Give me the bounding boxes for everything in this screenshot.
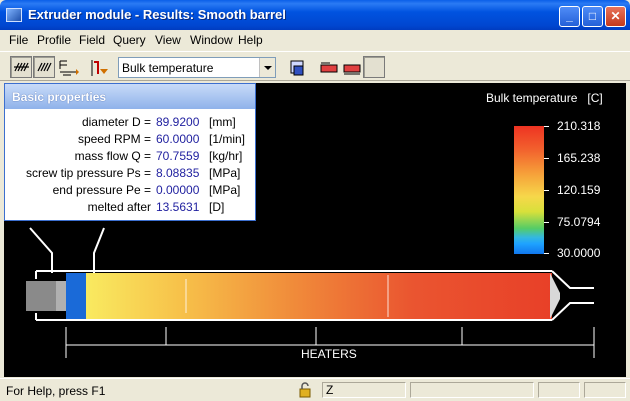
legend-label: 120.159 [557, 183, 601, 197]
screw-view-icon[interactable] [317, 56, 339, 78]
properties-table: diameter D = 89.9200 [mm] speed RPM = 60… [5, 109, 255, 220]
barrel-view-icon[interactable] [340, 56, 362, 78]
legend-label: 165.238 [557, 151, 601, 165]
pressure-graph-icon[interactable] [87, 56, 109, 78]
property-row: diameter D = 89.9200 [mm] [5, 113, 255, 130]
property-unit: [MPa] [209, 166, 241, 180]
title-bar[interactable]: Extruder module - Results: Smooth barrel… [0, 0, 630, 30]
export-data-icon[interactable] [286, 56, 308, 78]
legend-tick [544, 190, 549, 191]
property-value: 13.5631 [156, 200, 200, 214]
menu-query[interactable]: Query [113, 33, 146, 47]
close-button[interactable]: ✕ [605, 6, 626, 27]
legend-tick [544, 253, 549, 254]
property-unit: [MPa] [209, 183, 241, 197]
minimize-button[interactable]: _ [559, 6, 580, 27]
status-z-label: Z [326, 383, 334, 397]
property-label: melted after [87, 200, 151, 214]
legend-title-text: Bulk temperature [486, 91, 578, 105]
melt-profile [86, 273, 552, 319]
property-unit: [D] [209, 200, 225, 214]
panel-title: Basic properties [5, 84, 255, 109]
legend-unit: [C] [587, 91, 603, 105]
property-label: end pressure Pe = [52, 183, 151, 197]
feed-zone [66, 273, 86, 319]
field-select-value: Bulk temperature [122, 61, 214, 75]
property-unit: [mm] [209, 115, 236, 129]
status-pane [538, 382, 580, 398]
property-value: 70.7559 [156, 149, 200, 163]
screw-tip [550, 273, 560, 319]
menu-window[interactable]: Window [190, 33, 233, 47]
legend-label: 30.0000 [557, 246, 601, 260]
basic-properties-panel: Basic properties diameter D = 89.9200 [m… [4, 83, 256, 221]
lock-icon [298, 382, 312, 401]
menu-help[interactable]: Help [238, 33, 263, 47]
menu-view[interactable]: View [155, 33, 181, 47]
property-row: screw tip pressure Ps = 8.08835 [MPa] [5, 164, 255, 181]
toolbar: Bulk temperature [0, 51, 630, 81]
hopper-icon [29, 227, 105, 273]
status-pane [584, 382, 626, 398]
legend-title: Bulk temperature [C] [486, 91, 603, 105]
property-label: screw tip pressure Ps = [25, 166, 151, 180]
field-select[interactable]: Bulk temperature [118, 57, 276, 78]
property-value: 89.9200 [156, 115, 200, 129]
app-icon [6, 8, 22, 22]
window-title: Extruder module - Results: Smooth barrel [28, 7, 286, 22]
color-scale-bar [514, 126, 544, 254]
blank-tool-button[interactable] [363, 56, 385, 78]
property-row: end pressure Pe = 0.00000 [MPa] [5, 181, 255, 198]
legend-label: 75.0794 [557, 215, 601, 229]
heaters-label: HEATERS [301, 347, 357, 361]
property-row: speed RPM = 60.0000 [1/min] [5, 130, 255, 147]
property-label: mass flow Q = [74, 149, 151, 163]
status-help-text: For Help, press F1 [6, 384, 106, 398]
property-value: 8.08835 [156, 166, 200, 180]
property-row: mass flow Q = 70.7559 [kg/hr] [5, 147, 255, 164]
legend-tick [544, 158, 549, 159]
legend-label: 210.318 [557, 119, 601, 133]
maximize-button[interactable]: □ [582, 6, 603, 27]
grid-hatch-icon[interactable] [10, 56, 32, 78]
property-unit: [1/min] [209, 132, 246, 146]
property-label: speed RPM = [77, 132, 151, 146]
property-row: melted after 13.5631 [D] [5, 198, 255, 215]
status-pane-z: Z [322, 382, 406, 398]
status-bar: For Help, press F1 Z [0, 378, 630, 400]
axis-profile-icon[interactable] [56, 56, 79, 78]
legend-tick [544, 126, 549, 127]
menu-profile[interactable]: Profile [37, 33, 71, 47]
status-pane [410, 382, 534, 398]
property-value: 0.00000 [156, 183, 200, 197]
menu-bar: File Profile Field Query View Window Hel… [0, 30, 630, 50]
property-unit: [kg/hr] [209, 149, 243, 163]
chevron-down-icon[interactable] [259, 58, 275, 77]
property-label: diameter D = [81, 115, 151, 129]
hatch-fill-icon[interactable] [33, 56, 55, 78]
app-window: Extruder module - Results: Smooth barrel… [0, 0, 630, 400]
menu-file[interactable]: File [9, 33, 28, 47]
legend-tick [544, 222, 549, 223]
menu-field[interactable]: Field [79, 33, 105, 47]
property-value: 60.0000 [156, 132, 200, 146]
